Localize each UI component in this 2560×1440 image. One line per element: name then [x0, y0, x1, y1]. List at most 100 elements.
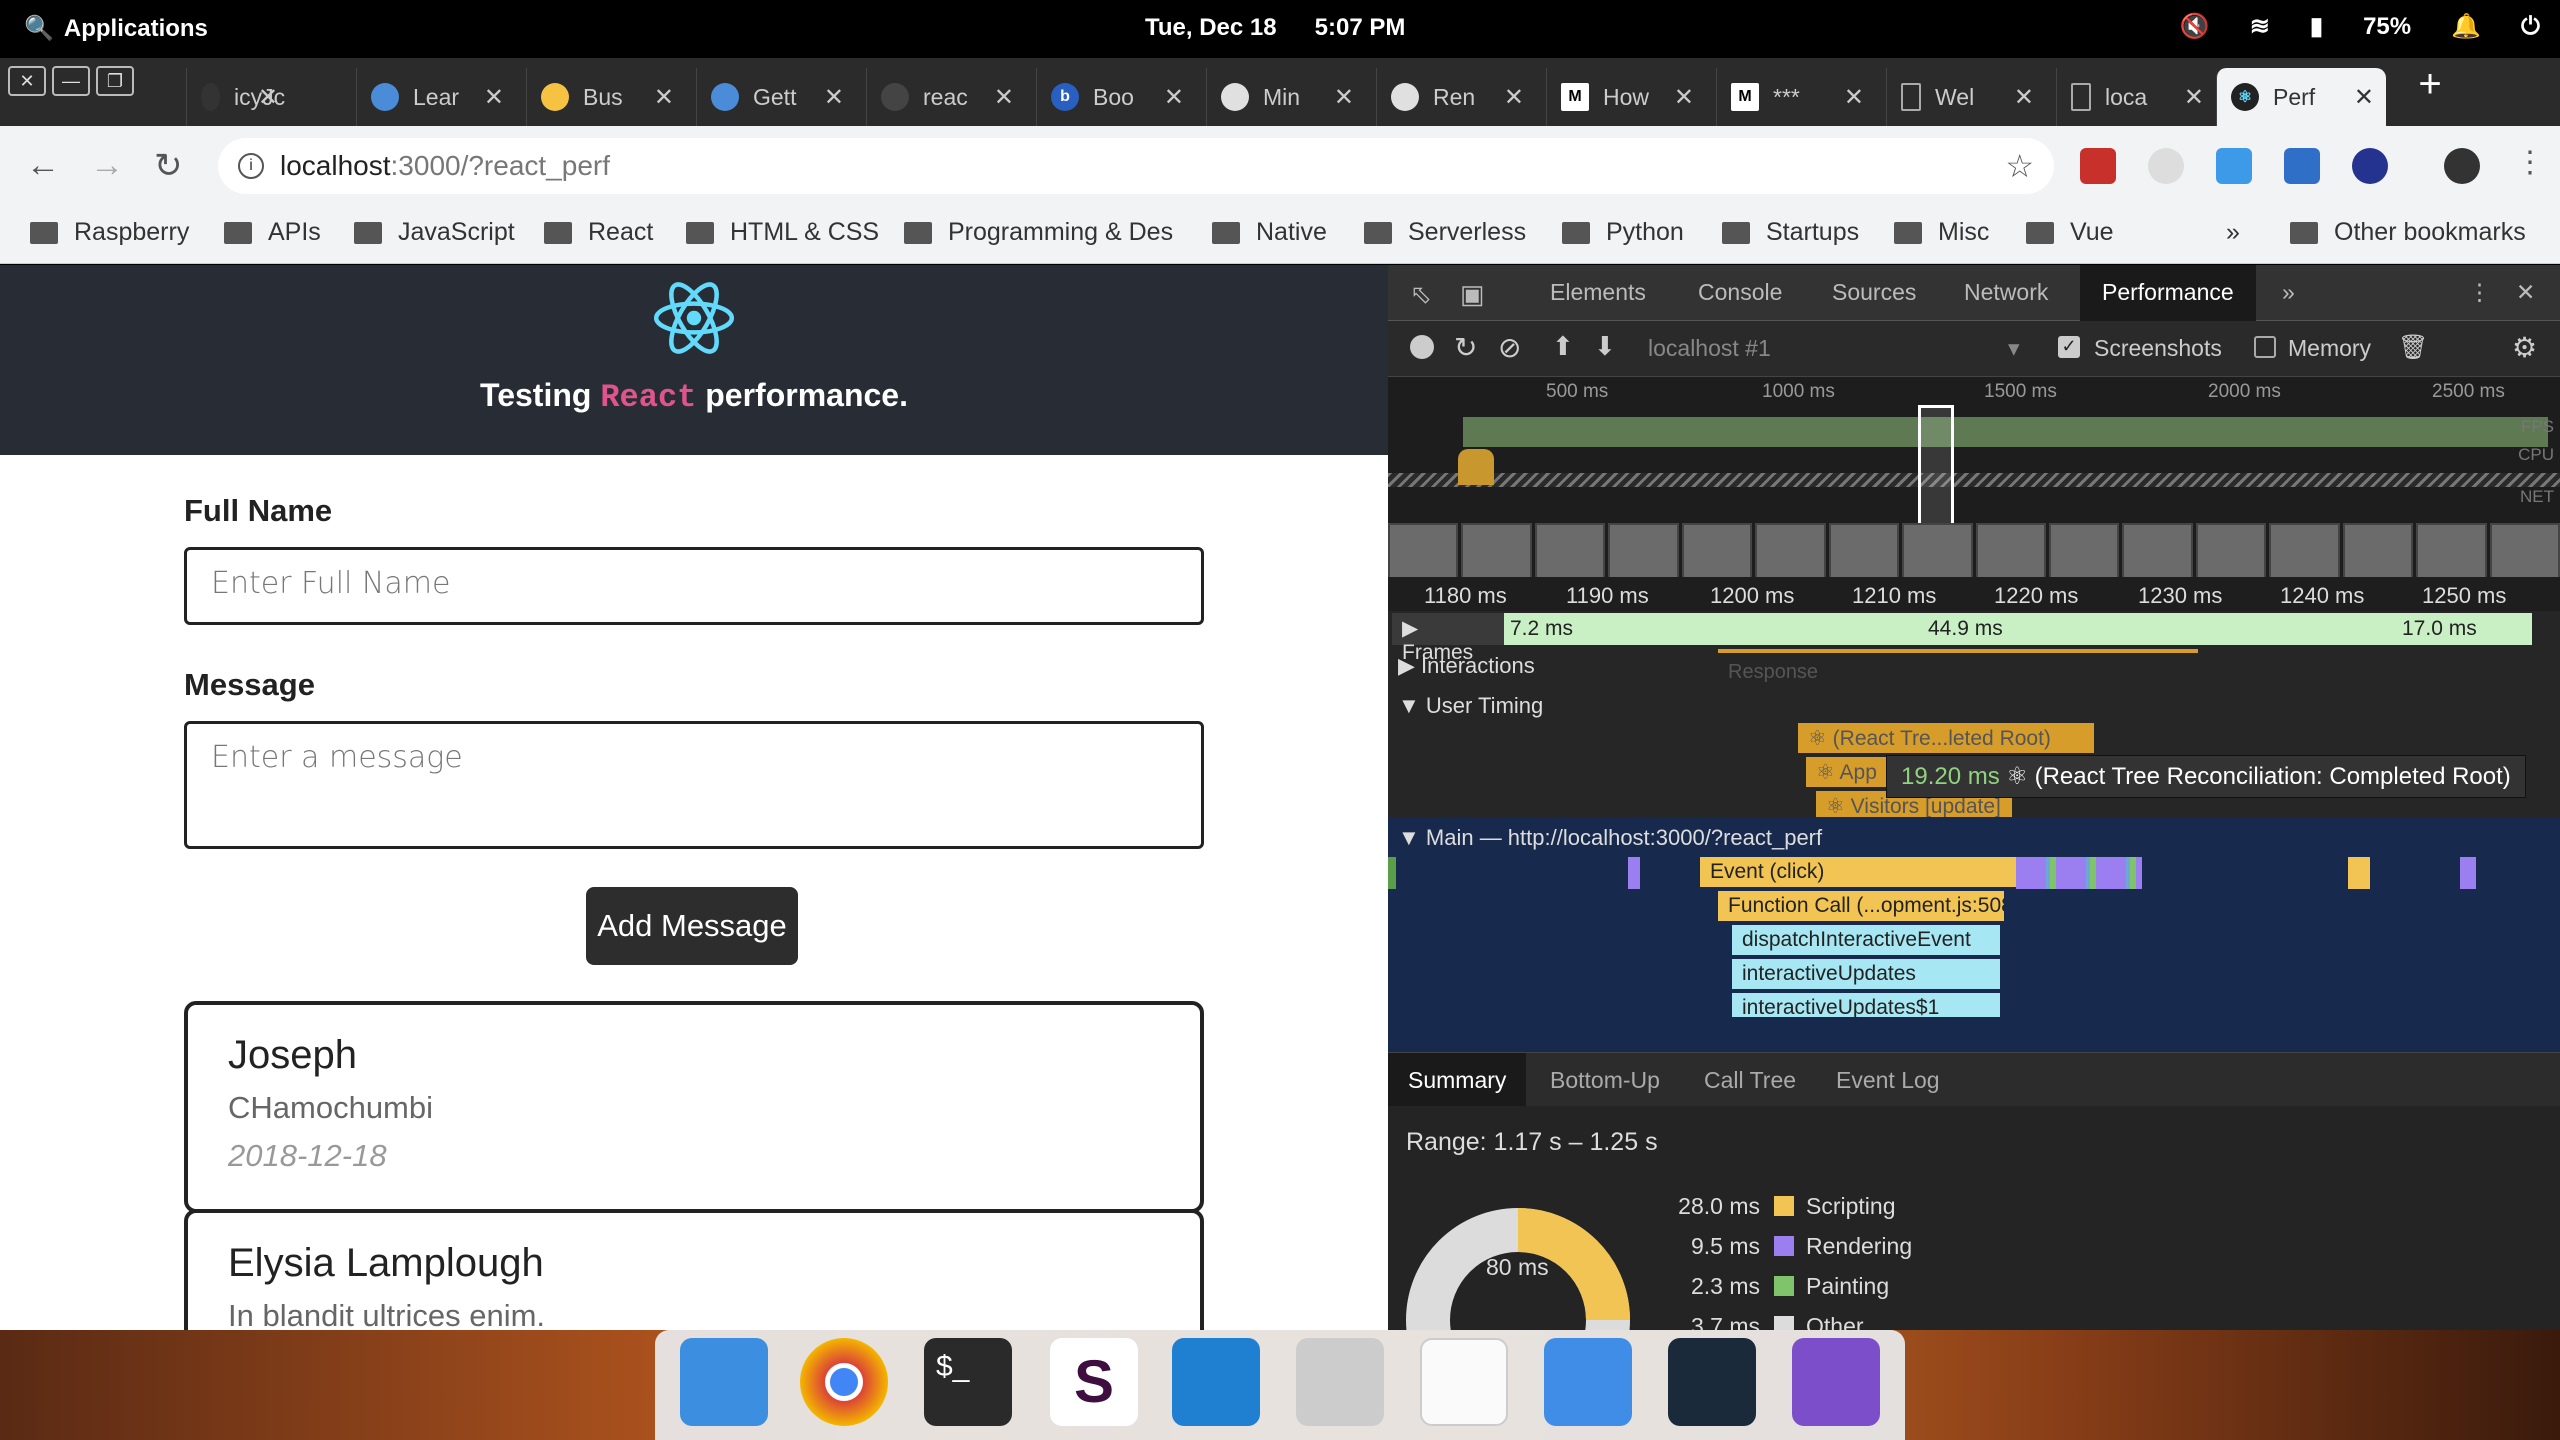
screenshot-thumb[interactable] — [1975, 523, 2046, 579]
tab-book[interactable]: b Boo ✕ — [1036, 68, 1196, 126]
bookmark-folder-javascript[interactable]: JavaScript — [354, 218, 515, 247]
screenshot-thumb[interactable] — [2122, 523, 2193, 579]
screenshots-checkbox[interactable]: ✓ — [2058, 336, 2080, 358]
bookmark-folder-html-css[interactable]: HTML & CSS — [686, 218, 879, 247]
other-bookmarks[interactable]: Other bookmarks — [2290, 218, 2526, 247]
main-thread-track[interactable]: ▼ Main — http://localhost:3000/?react_pe… — [1388, 817, 2560, 1052]
screenshot-thumb[interactable] — [2489, 523, 2560, 579]
tab-perf-active[interactable]: ⚛ Perf ✕ — [2216, 68, 2386, 126]
more-tabs-icon[interactable]: » — [2282, 279, 2295, 306]
tab-network[interactable]: Network — [1964, 279, 2048, 306]
main-task-bar[interactable] — [1388, 857, 1396, 889]
close-tab-icon[interactable]: ✕ — [994, 83, 1014, 112]
screenshot-thumb[interactable] — [2195, 523, 2267, 579]
bookmark-folder-apis[interactable]: APIs — [224, 218, 321, 247]
tab-localhost[interactable]: loca ✕ — [2056, 68, 2216, 126]
reload-icon[interactable]: ↻ — [154, 146, 183, 186]
extension-blue-icon[interactable] — [2284, 148, 2320, 184]
tab-call-tree[interactable]: Call Tree — [1704, 1067, 1796, 1094]
close-tab-icon[interactable]: ✕ — [484, 83, 504, 112]
timeline-overview[interactable]: 500 ms 1000 ms 1500 ms 2000 ms 2500 ms F… — [1388, 377, 2560, 579]
tab-performance[interactable]: Performance — [2080, 265, 2256, 321]
bookmark-folder-vue[interactable]: Vue — [2026, 218, 2114, 247]
main-task-bar[interactable] — [2348, 857, 2370, 889]
close-devtools-icon[interactable]: ✕ — [2516, 279, 2535, 306]
main-task-bar[interactable] — [2460, 857, 2476, 889]
files-icon[interactable] — [1296, 1338, 1384, 1426]
screenshot-thumb[interactable] — [1388, 523, 1459, 579]
tab-elements[interactable]: Elements — [1550, 279, 1646, 306]
screenshot-thumb[interactable] — [2342, 523, 2414, 579]
recording-select[interactable]: localhost #1 — [1648, 335, 1771, 362]
bookmarks-overflow-button[interactable]: » — [2226, 218, 2240, 247]
extension-gray-icon[interactable] — [2148, 148, 2184, 184]
user-timing-track[interactable]: ▼ User Timing — [1398, 693, 1543, 719]
close-tab-icon[interactable]: ✕ — [1504, 83, 1524, 112]
reload-record-icon[interactable]: ↻ — [1454, 331, 1477, 364]
extension-red-icon[interactable] — [2080, 148, 2116, 184]
battery-icon[interactable]: ▮ — [2310, 12, 2323, 41]
info-icon[interactable]: i — [238, 153, 264, 179]
screenshot-thumb[interactable] — [1755, 523, 1826, 579]
power-icon[interactable]: ⏻ — [2521, 13, 2540, 41]
screenshot-thumb[interactable] — [2048, 523, 2120, 579]
close-tab-icon[interactable]: ✕ — [1334, 83, 1354, 112]
close-tab-icon[interactable]: ✕ — [2354, 83, 2374, 112]
tab-stars[interactable]: M *** ✕ — [1716, 68, 1876, 126]
bell-icon[interactable]: 🔔 — [2451, 12, 2481, 41]
record-icon[interactable] — [1410, 335, 1434, 359]
vscode-icon[interactable] — [1172, 1338, 1260, 1426]
full-name-input[interactable]: Enter Full Name — [184, 547, 1204, 625]
restore-window-icon[interactable]: ❐ — [96, 66, 134, 96]
function-call-bar[interactable]: Function Call (...opment.js:5080) — [1718, 891, 2004, 921]
bookmark-folder-native[interactable]: Native — [1212, 218, 1327, 247]
close-tab-icon[interactable]: ✕ — [2184, 83, 2204, 112]
screenshot-thumb[interactable] — [1828, 523, 1900, 579]
multitasking-view-icon[interactable] — [680, 1338, 768, 1426]
interactions-track[interactable]: ▶ Interactions — [1398, 653, 1535, 679]
bookmark-folder-react[interactable]: React — [544, 218, 653, 247]
new-tab-button[interactable]: + — [2410, 64, 2450, 106]
close-window-icon[interactable]: ✕ — [8, 66, 46, 96]
screenshot-thumb[interactable] — [1681, 523, 1753, 579]
close-tab-icon[interactable]: ✕ — [1674, 83, 1694, 112]
close-tab-icon[interactable]: ✕ — [2014, 83, 2034, 112]
interactive-updates-1-bar[interactable]: interactiveUpdates$1 — [1732, 993, 2000, 1017]
volume-muted-icon[interactable]: 🔇 — [2180, 12, 2210, 41]
close-tab-icon[interactable]: ✕ — [1164, 83, 1184, 112]
add-message-button[interactable]: Add Message — [586, 887, 798, 965]
screenshot-thumb[interactable] — [2416, 523, 2487, 579]
dispatch-interactive-event-bar[interactable]: dispatchInteractiveEvent — [1732, 925, 2000, 955]
app-center-icon[interactable] — [1792, 1338, 1880, 1426]
bookmark-folder-raspberry[interactable]: Raspberry — [30, 218, 189, 247]
screenshot-thumb[interactable] — [1608, 523, 1679, 579]
tab-getting[interactable]: Gett ✕ — [696, 68, 856, 126]
inspect-element-icon[interactable]: ⬁ — [1410, 279, 1432, 310]
device-toolbar-icon[interactable]: ▣ — [1460, 279, 1485, 310]
flame-chart[interactable]: 1180 ms 1190 ms 1200 ms 1210 ms 1220 ms … — [1388, 577, 2560, 1052]
minimize-window-icon[interactable]: — — [52, 66, 90, 96]
tab-bottom-up[interactable]: Bottom-Up — [1550, 1067, 1660, 1094]
screenshot-thumb[interactable] — [1902, 523, 1973, 579]
user-timing-bar[interactable]: ⚛ (React Tre...leted Root) — [1798, 723, 2094, 753]
tab-react[interactable]: reac ✕ — [866, 68, 1026, 126]
screenshot-thumb[interactable] — [2269, 523, 2340, 579]
close-tab-icon[interactable]: ✕ — [654, 83, 674, 112]
back-arrow-icon[interactable]: ← — [26, 146, 60, 185]
event-click-bar[interactable]: Event (click) — [1700, 857, 2016, 887]
tab-learn[interactable]: Lear ✕ — [356, 68, 516, 126]
frames-track[interactable]: ▶ Frames 7.2 ms 44.9 ms 17.0 ms — [1392, 613, 2532, 664]
clock[interactable]: Tue, Dec 18 5:07 PM — [1145, 14, 1405, 42]
load-profile-icon[interactable]: ⬆ — [1552, 331, 1574, 362]
user-timing-bar[interactable]: ⚛ App — [1806, 757, 1886, 787]
extension-circle-icon[interactable] — [2352, 148, 2388, 184]
text-editor-icon[interactable] — [1420, 1338, 1508, 1426]
slack-icon[interactable]: S — [1050, 1338, 1138, 1426]
profile-avatar[interactable] — [2444, 148, 2480, 184]
main-task-bar[interactable] — [2016, 857, 2142, 889]
settings-gear-icon[interactable]: ⚙ — [2512, 331, 2537, 364]
extension-window-icon[interactable] — [2216, 148, 2252, 184]
forward-arrow-icon[interactable]: → — [90, 146, 124, 185]
terminal-icon[interactable]: $_ — [924, 1338, 1012, 1426]
message-textarea[interactable]: Enter a message — [184, 721, 1204, 849]
